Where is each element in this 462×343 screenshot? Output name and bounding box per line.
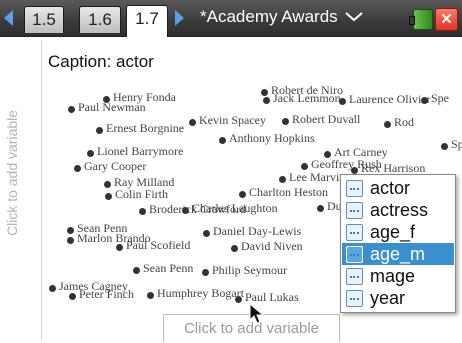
next-page-arrow-icon[interactable]	[175, 10, 184, 26]
point-label: Sp	[451, 137, 462, 151]
point-marker	[68, 106, 75, 113]
chevron-down-icon[interactable]	[345, 12, 363, 22]
document-tab-bar: 1.5 1.6 1.7 *Academy Awards ✕	[0, 0, 462, 37]
point-marker	[261, 89, 268, 96]
point-marker	[301, 163, 308, 170]
point-marker	[69, 293, 76, 300]
point-marker	[74, 165, 81, 172]
battery-icon	[409, 9, 433, 30]
point-marker	[282, 118, 289, 125]
point-label: Colin Firth	[115, 187, 169, 201]
variable-list-icon	[346, 180, 363, 197]
point-label: Philip Seymour	[212, 263, 288, 277]
point-label: Paul Scofield	[126, 238, 191, 252]
variable-option-actress[interactable]: actress	[342, 199, 454, 221]
point-label: Spe	[431, 91, 449, 105]
variable-list-icon	[346, 246, 363, 263]
plot-caption: Caption: actor	[48, 52, 154, 71]
variable-option-label: actor	[370, 178, 411, 198]
point-marker	[67, 227, 74, 234]
point-label: Robert Duvall	[292, 112, 361, 126]
point-marker	[235, 296, 242, 303]
variable-list-icon	[346, 268, 363, 285]
variable-dropdown: actor actress age_f age_m mage year	[340, 174, 456, 313]
variable-option-label: age_m	[370, 244, 426, 264]
point-marker	[182, 207, 189, 214]
variable-option-actor[interactable]: actor	[342, 177, 454, 199]
point-marker	[263, 97, 270, 104]
point-label: Jack Lemmon	[273, 91, 341, 105]
close-icon[interactable]: ✕	[435, 8, 458, 31]
point-marker	[384, 121, 391, 128]
document-title[interactable]: *Academy Awards	[200, 7, 338, 27]
point-label: Lee Marvin	[289, 170, 346, 184]
point-marker	[147, 292, 154, 299]
variable-option-year[interactable]: year	[342, 287, 454, 309]
y-axis-add-variable-hint[interactable]: Click to add variable	[4, 83, 24, 263]
point-marker	[104, 181, 111, 188]
point-marker	[133, 267, 140, 274]
point-label: Ernest Borgnine	[106, 121, 185, 135]
point-marker	[67, 237, 74, 244]
point-marker	[96, 127, 103, 134]
point-marker	[279, 176, 286, 183]
variable-option-age-f[interactable]: age_f	[342, 221, 454, 243]
point-marker	[87, 150, 94, 157]
point-marker	[219, 137, 226, 144]
variable-list-icon	[346, 202, 363, 219]
point-label: Anthony Hopkins	[229, 131, 315, 145]
point-label: Laurence Olivier	[349, 92, 431, 106]
point-marker	[339, 98, 346, 105]
tab-page-1-6[interactable]: 1.6	[79, 6, 121, 33]
point-label: Charles Laughton	[192, 201, 278, 215]
mouse-pointer-icon	[249, 303, 265, 324]
point-marker	[239, 191, 246, 198]
point-label: Humphrey Bogart	[157, 286, 244, 300]
point-marker	[351, 167, 358, 174]
variable-option-label: mage	[370, 266, 416, 286]
point-marker	[116, 244, 123, 251]
point-marker	[105, 193, 112, 200]
point-marker	[317, 205, 324, 212]
point-marker	[202, 269, 209, 276]
point-marker	[203, 230, 210, 237]
variable-option-mage[interactable]: mage	[342, 265, 454, 287]
variable-option-label: actress	[370, 200, 429, 220]
point-label: Kevin Spacey	[199, 113, 266, 127]
variable-option-label: year	[370, 288, 406, 308]
variable-option-age-m[interactable]: age_m	[342, 243, 454, 265]
point-marker	[421, 97, 428, 104]
variable-list-icon	[346, 290, 363, 307]
point-label: David Niven	[241, 239, 303, 253]
point-marker	[441, 143, 448, 150]
point-marker	[189, 119, 196, 126]
point-label: Rod	[394, 115, 415, 129]
previous-page-arrow-icon[interactable]	[4, 10, 13, 26]
tab-page-1-5[interactable]: 1.5	[24, 6, 64, 33]
variable-option-label: age_f	[370, 222, 416, 242]
point-label: Gary Cooper	[84, 159, 147, 173]
point-label: Lionel Barrymore	[97, 144, 184, 158]
point-marker	[139, 208, 146, 215]
point-marker	[231, 245, 238, 252]
point-label: Paul Newman	[78, 100, 146, 114]
point-marker	[49, 285, 56, 292]
variable-list-icon	[346, 224, 363, 241]
point-label: Peter Finch	[79, 287, 134, 301]
point-label: Daniel Day-Lewis	[213, 224, 302, 238]
point-label: Charlton Heston	[249, 185, 328, 199]
tab-page-1-7[interactable]: 1.7	[126, 5, 168, 37]
point-label: Sean Penn	[143, 261, 194, 275]
